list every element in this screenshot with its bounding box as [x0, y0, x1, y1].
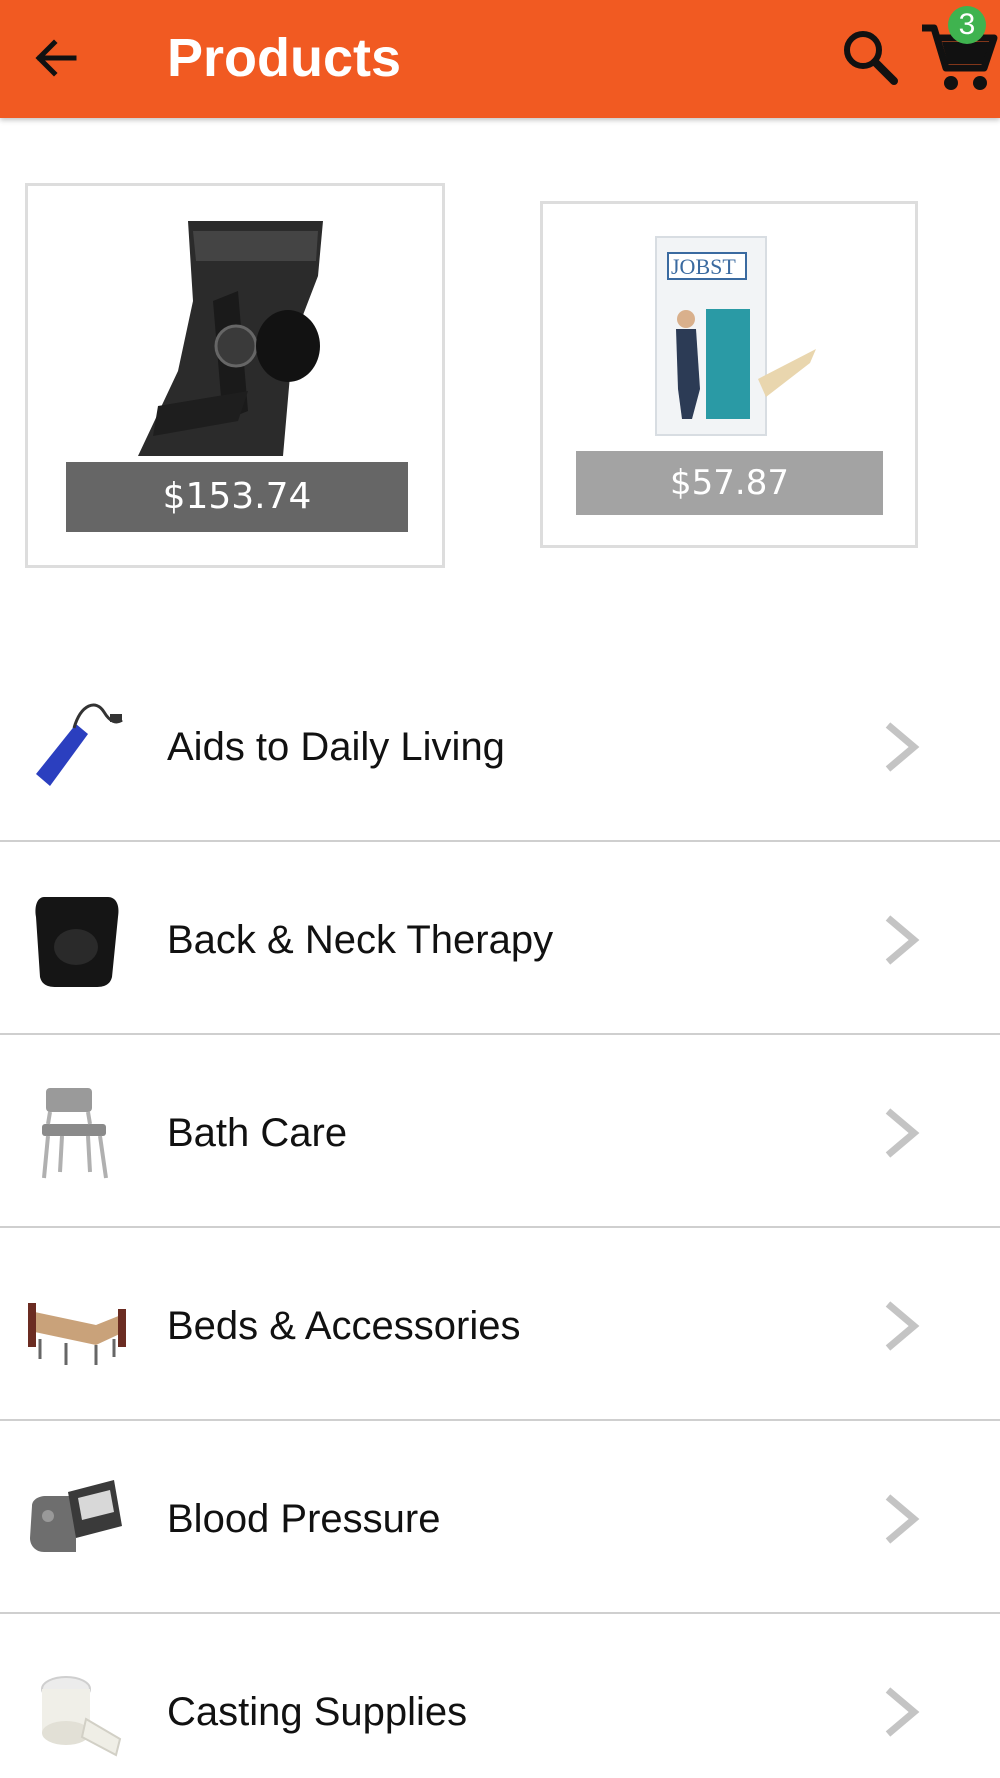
app-bar: Products 3 [0, 0, 1000, 118]
category-label: Beds & Accessories [167, 1304, 521, 1348]
featured-product-card[interactable]: JOBST $57.87 [540, 201, 918, 548]
knee-brace-icon [118, 221, 358, 456]
category-label: Blood Pressure [167, 1497, 441, 1541]
category-list: Aids to Daily Living Back & Neck Therapy… [0, 649, 1000, 1778]
chevron-right-icon [885, 1494, 920, 1544]
category-row-aids-to-daily-living[interactable]: Aids to Daily Living [0, 649, 1000, 842]
category-label: Back & Neck Therapy [167, 918, 554, 962]
back-button[interactable] [28, 30, 84, 86]
page-title: Products [167, 28, 402, 88]
category-label: Casting Supplies [167, 1690, 468, 1734]
product-price: $153.74 [66, 462, 408, 532]
category-label: Bath Care [167, 1111, 348, 1155]
featured-product-card[interactable]: $153.74 [25, 183, 445, 568]
chevron-right-icon [885, 722, 920, 772]
category-row-beds-accessories[interactable]: Beds & Accessories [0, 1228, 1000, 1421]
chevron-right-icon [885, 1687, 920, 1737]
category-row-casting-supplies[interactable]: Casting Supplies [0, 1614, 1000, 1778]
shower-chair-icon [26, 1080, 130, 1184]
category-row-back-neck-therapy[interactable]: Back & Neck Therapy [0, 842, 1000, 1035]
product-price: $57.87 [576, 451, 883, 515]
chevron-right-icon [885, 1301, 920, 1351]
search-icon [844, 31, 898, 85]
cast-padding-roll-icon [26, 1659, 130, 1763]
arrow-back-icon [35, 39, 77, 77]
category-label: Aids to Daily Living [167, 725, 505, 769]
blood-pressure-monitor-icon [26, 1466, 130, 1570]
search-button[interactable] [834, 22, 906, 94]
compression-stockings-box-icon: JOBST [638, 229, 828, 439]
reacher-grabber-icon [26, 694, 130, 798]
jobst-logo: JOBST [671, 254, 736, 279]
category-row-bath-care[interactable]: Bath Care [0, 1035, 1000, 1228]
hospital-bed-icon [26, 1273, 130, 1377]
chevron-right-icon [885, 915, 920, 965]
back-cushion-icon [26, 887, 130, 991]
cart-count-badge: 3 [948, 6, 986, 44]
chevron-right-icon [885, 1108, 920, 1158]
category-row-blood-pressure[interactable]: Blood Pressure [0, 1421, 1000, 1614]
